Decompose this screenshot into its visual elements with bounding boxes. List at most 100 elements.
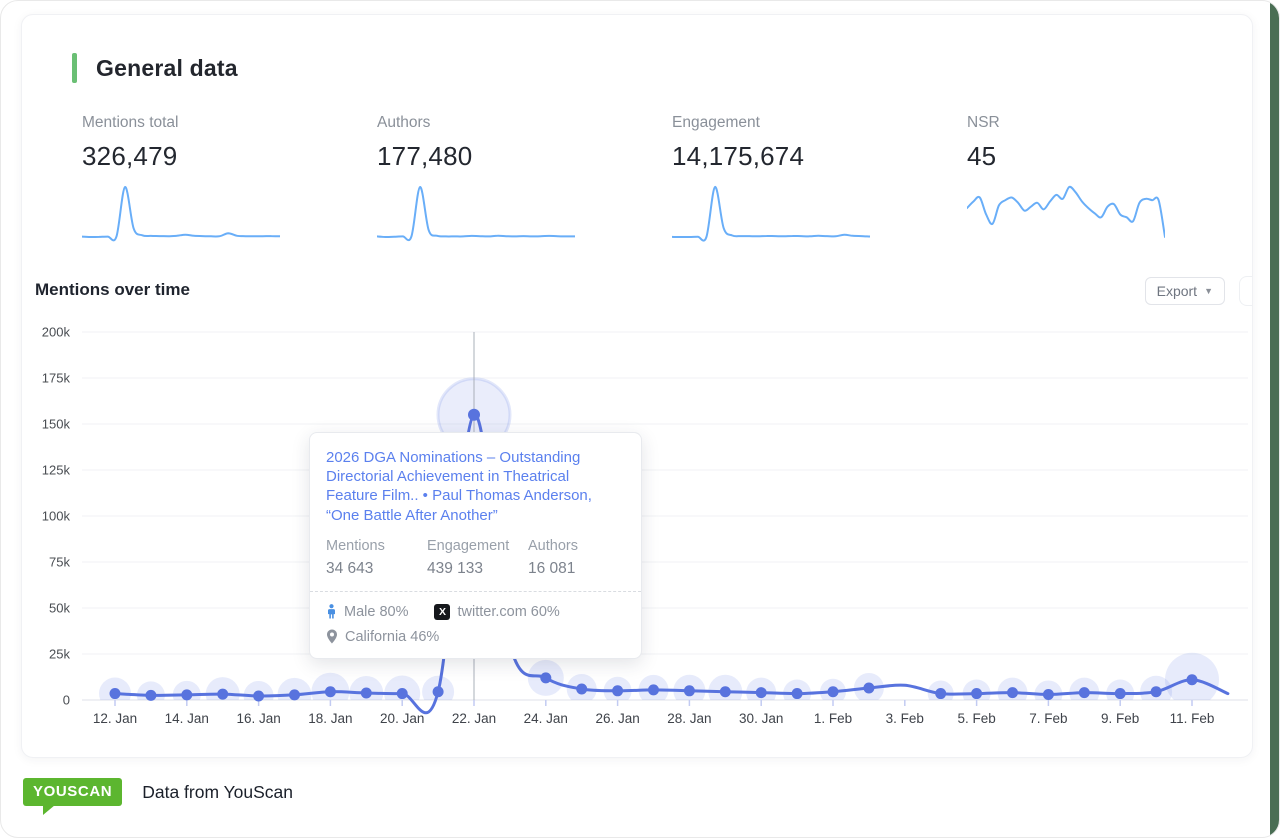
tooltip-demo-item: Xtwitter.com 60%	[434, 604, 559, 620]
chart-header: Mentions over time Export ▼	[35, 276, 1252, 310]
chart-point[interactable]	[1043, 689, 1054, 700]
tooltip-stat-mentions: Mentions 34 643	[326, 538, 427, 578]
chart-point[interactable]	[110, 688, 121, 699]
chart-point[interactable]	[863, 683, 874, 694]
svg-text:150k: 150k	[42, 417, 71, 432]
export-button[interactable]: Export ▼	[1145, 277, 1225, 305]
svg-text:24. Jan: 24. Jan	[524, 711, 568, 726]
male-icon	[326, 604, 337, 619]
chart-point[interactable]	[145, 690, 156, 701]
chart-point[interactable]	[1079, 687, 1090, 698]
stat-label: Mentions total	[82, 114, 377, 132]
chart-point[interactable]	[253, 690, 264, 701]
stat-value: 326,479	[82, 141, 377, 172]
svg-text:5. Feb: 5. Feb	[957, 711, 995, 726]
svg-text:9. Feb: 9. Feb	[1101, 711, 1139, 726]
svg-text:3. Feb: 3. Feb	[886, 711, 924, 726]
stat-card-mentions-total: Mentions total 326,479	[82, 114, 377, 242]
green-accent-bar	[72, 53, 77, 83]
svg-text:100k: 100k	[42, 509, 71, 524]
chevron-down-icon: ▼	[1204, 286, 1213, 296]
tooltip-stats: Mentions34 643Engagement439 133Authors16…	[326, 538, 625, 578]
stat-label: Engagement	[672, 114, 967, 132]
stat-sparkline	[967, 184, 1165, 242]
stat-label: Authors	[377, 114, 672, 132]
tooltip-demo-item: California 46%	[326, 629, 439, 645]
tooltip-stat-value: 16 081	[528, 560, 578, 578]
page-background-edge	[1270, 1, 1279, 837]
svg-text:20. Jan: 20. Jan	[380, 711, 424, 726]
stat-card-nsr: NSR 45	[967, 114, 1262, 242]
chart-point[interactable]	[217, 689, 228, 700]
svg-text:125k: 125k	[42, 463, 71, 478]
chart-point[interactable]	[361, 688, 372, 699]
svg-text:16. Jan: 16. Jan	[236, 711, 280, 726]
stats-row: Mentions total 326,479Authors 177,480Engag…	[82, 114, 1262, 242]
chart-point[interactable]	[612, 685, 623, 696]
chart-point[interactable]	[756, 687, 767, 698]
chart-point[interactable]	[720, 686, 731, 697]
stat-value: 177,480	[377, 141, 672, 172]
chart-point[interactable]	[433, 686, 444, 697]
tooltip-demo-text: twitter.com 60%	[457, 604, 559, 620]
chart-point[interactable]	[1187, 674, 1198, 685]
chart-point[interactable]	[648, 684, 659, 695]
stat-card-authors: Authors 177,480	[377, 114, 672, 242]
stat-label: NSR	[967, 114, 1262, 132]
section-title: General data	[96, 55, 238, 82]
stat-sparkline	[672, 184, 870, 242]
chart-point[interactable]	[828, 686, 839, 697]
tooltip-demographics: Male 80% Xtwitter.com 60% California 46%	[326, 592, 625, 645]
partial-clipped-button[interactable]	[1239, 276, 1252, 306]
chart-point[interactable]	[1007, 687, 1018, 698]
chart-point[interactable]	[289, 689, 300, 700]
chart-point[interactable]	[325, 686, 336, 697]
chart-tooltip: 2026 DGA Nominations – Outstanding Direc…	[309, 432, 642, 659]
svg-text:25k: 25k	[49, 647, 70, 662]
tooltip-story-link[interactable]: 2026 DGA Nominations – Outstanding Direc…	[326, 448, 625, 525]
tooltip-demo-text: California 46%	[345, 629, 439, 645]
chart-point[interactable]	[397, 688, 408, 699]
tooltip-stat-label: Mentions	[326, 538, 427, 554]
stat-value: 14,175,674	[672, 141, 967, 172]
svg-text:11. Feb: 11. Feb	[1170, 711, 1215, 726]
tooltip-stat-value: 439 133	[427, 560, 528, 578]
svg-text:12. Jan: 12. Jan	[93, 711, 137, 726]
stat-sparkline	[82, 184, 280, 242]
svg-text:1. Feb: 1. Feb	[814, 711, 852, 726]
chart-point[interactable]	[576, 683, 587, 694]
tooltip-stat-label: Engagement	[427, 538, 528, 554]
general-data-card: General data Mentions total 326,479Author…	[21, 14, 1253, 758]
card-header: General data	[72, 53, 238, 83]
chart-title: Mentions over time	[35, 276, 1252, 300]
chart-point[interactable]	[684, 685, 695, 696]
chart-x-axis: 12. Jan14. Jan16. Jan18. Jan20. Jan22. J…	[93, 700, 1215, 726]
svg-text:18. Jan: 18. Jan	[308, 711, 352, 726]
tooltip-demo-text: Male 80%	[344, 604, 408, 620]
chart-line	[115, 415, 1228, 713]
location-pin-icon	[326, 629, 338, 644]
youscan-logo: YOUSCAN	[23, 778, 122, 806]
chart-point[interactable]	[1151, 686, 1162, 697]
svg-text:50k: 50k	[49, 601, 70, 616]
stat-value: 45	[967, 141, 1262, 172]
dashboard-page: General data Mentions total 326,479Author…	[0, 0, 1280, 838]
svg-text:0: 0	[63, 693, 70, 708]
chart-point[interactable]	[971, 688, 982, 699]
chart-point[interactable]	[792, 688, 803, 699]
chart-point[interactable]	[540, 672, 551, 683]
mentions-over-time-chart[interactable]: 025k50k75k100k125k150k175k200k12. Jan14.…	[22, 325, 1254, 755]
footer: YOUSCAN Data from YouScan	[23, 778, 293, 806]
tooltip-stat-value: 34 643	[326, 560, 427, 578]
chart-point[interactable]	[935, 688, 946, 699]
chart-points[interactable]	[110, 409, 1198, 702]
chart-point-halos	[99, 379, 1219, 712]
chart-point[interactable]	[1115, 688, 1126, 699]
x-twitter-icon: X	[434, 604, 450, 620]
stat-sparkline	[377, 184, 575, 242]
chart-point[interactable]	[468, 409, 480, 421]
svg-text:14. Jan: 14. Jan	[165, 711, 209, 726]
chart-point[interactable]	[181, 689, 192, 700]
chart-gridlines: 025k50k75k100k125k150k175k200k	[42, 325, 1248, 708]
tooltip-demo-item: Male 80%	[326, 604, 408, 620]
